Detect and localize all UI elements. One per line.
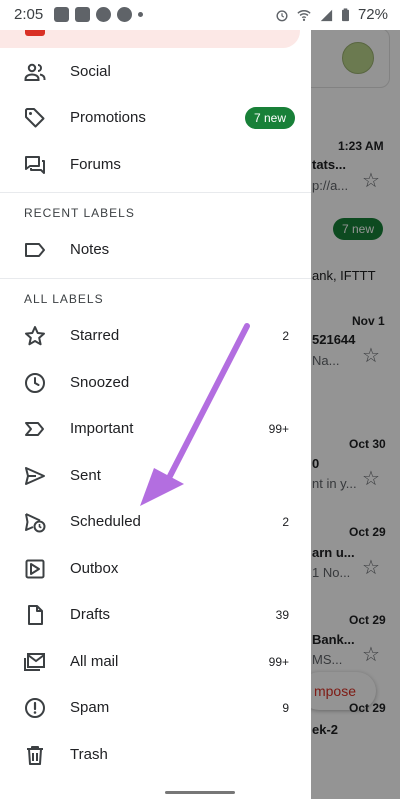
- annotation-arrow-icon: [140, 323, 250, 506]
